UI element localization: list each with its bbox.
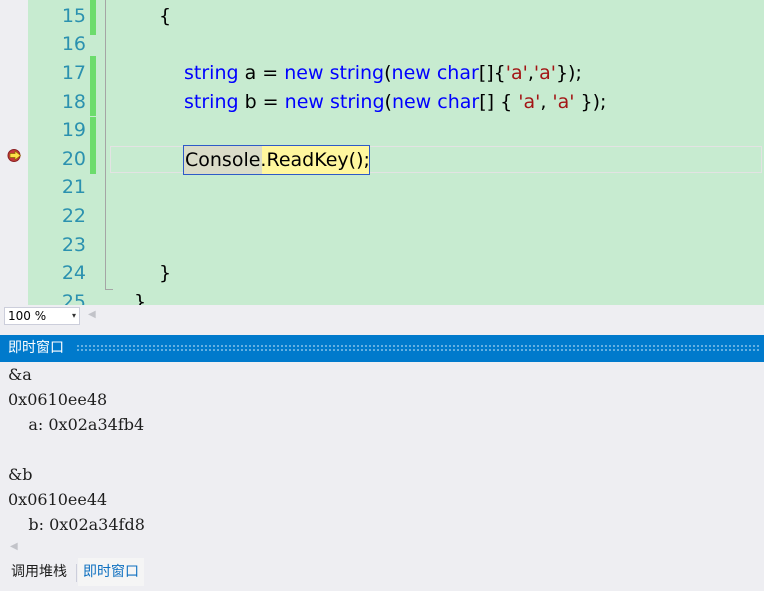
output-line: &a bbox=[8, 365, 32, 384]
code-editor[interactable]: 15 16 17 18 19 20 21 22 23 24 25 { strin… bbox=[0, 0, 764, 305]
line-number: 25 bbox=[61, 291, 86, 305]
line-number: 24 bbox=[61, 262, 86, 284]
code-token: 'a' bbox=[518, 91, 541, 113]
code-token: new bbox=[391, 62, 431, 84]
code-line-18[interactable]: string b = new string(new char[] { 'a', … bbox=[184, 88, 606, 117]
code-line-24[interactable]: } bbox=[159, 259, 171, 288]
code-line-15[interactable]: { bbox=[159, 2, 171, 31]
line-number: 15 bbox=[61, 5, 86, 27]
output-line: a: 0x02a34fb4 bbox=[8, 415, 145, 434]
editor-status-bar: 100 % ▾ ◀ bbox=[0, 305, 764, 326]
change-tracking-bar bbox=[90, 0, 96, 35]
line-number-gutter: 15 16 17 18 19 20 21 22 23 24 25 bbox=[28, 0, 88, 305]
line-number: 16 bbox=[61, 33, 86, 55]
zoom-value: 100 % bbox=[8, 309, 47, 323]
code-token: char bbox=[436, 62, 479, 84]
drag-grip[interactable] bbox=[76, 344, 760, 352]
outline-fold-end bbox=[105, 289, 113, 290]
output-line: &b bbox=[8, 465, 33, 484]
code-token: , bbox=[540, 91, 553, 113]
zoom-dropdown[interactable]: 100 % ▾ bbox=[4, 307, 80, 325]
code-token: string bbox=[329, 91, 385, 113]
immediate-window-title: 即时窗口 bbox=[8, 340, 64, 356]
code-token: 'a' bbox=[552, 91, 575, 113]
code-token: 'a' bbox=[533, 62, 556, 84]
line-number: 18 bbox=[61, 91, 86, 113]
output-line: b: 0x02a34fd8 bbox=[8, 515, 145, 534]
output-line: 0x0610ee48 bbox=[8, 390, 108, 409]
tab-call-stack[interactable]: 调用堆栈 bbox=[6, 558, 72, 586]
line-number: 17 bbox=[61, 62, 86, 84]
chevron-down-icon[interactable]: ▾ bbox=[72, 308, 76, 324]
code-token: [] { bbox=[479, 91, 519, 113]
immediate-window-output[interactable]: &a 0x0610ee48 a: 0x02a34fb4 &b 0x0610ee4… bbox=[0, 362, 764, 558]
line-number: 19 bbox=[61, 119, 86, 141]
immediate-window-header[interactable]: 即时窗口 bbox=[0, 335, 764, 362]
code-line-25[interactable]: } bbox=[134, 288, 146, 305]
code-line-17[interactable]: string a = new string(new char[]{'a','a'… bbox=[184, 59, 582, 88]
current-statement-breakpoint-icon[interactable] bbox=[7, 149, 24, 162]
tab-immediate-window[interactable]: 即时窗口 bbox=[78, 558, 144, 586]
code-token: string bbox=[184, 91, 239, 113]
output-line: 0x0610ee44 bbox=[8, 490, 108, 509]
code-token: }); bbox=[574, 91, 607, 113]
code-token: new bbox=[284, 62, 324, 84]
line-number: 22 bbox=[61, 205, 86, 227]
code-token: char bbox=[437, 91, 480, 113]
code-token: ( bbox=[384, 91, 392, 113]
code-token: a = bbox=[238, 62, 285, 84]
code-token: string bbox=[329, 62, 385, 84]
code-token: 'a' bbox=[505, 62, 528, 84]
outline-fold-guide bbox=[105, 0, 106, 290]
change-tracking-bar bbox=[90, 117, 96, 174]
code-token: []{ bbox=[478, 62, 506, 84]
code-token: new bbox=[391, 91, 432, 113]
scroll-left-icon[interactable]: ◀ bbox=[88, 309, 96, 320]
code-token: new bbox=[284, 91, 324, 113]
code-token: b = bbox=[238, 91, 285, 113]
line-number: 21 bbox=[61, 176, 86, 198]
current-statement-highlight[interactable]: Console.ReadKey(); bbox=[183, 145, 370, 175]
scroll-left-icon[interactable]: ◀ bbox=[10, 541, 18, 552]
code-token: }); bbox=[555, 62, 582, 84]
code-line-20: Console.ReadKey(); bbox=[185, 149, 370, 171]
code-token: string bbox=[184, 62, 239, 84]
change-tracking-bar bbox=[90, 56, 96, 116]
line-number: 20 bbox=[61, 148, 86, 170]
code-token: ( bbox=[384, 62, 392, 84]
breakpoint-column[interactable] bbox=[0, 0, 28, 305]
tool-window-tabs: 调用堆栈 即时窗口 bbox=[0, 558, 764, 591]
tab-divider bbox=[76, 564, 77, 582]
line-number: 23 bbox=[61, 234, 86, 256]
